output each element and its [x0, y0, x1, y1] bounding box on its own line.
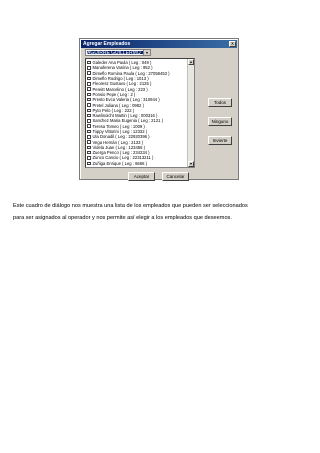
employee-checkbox[interactable]: [87, 156, 91, 160]
employee-checkbox[interactable]: [87, 129, 91, 134]
dialog-title: Agregar Empleados: [83, 41, 131, 47]
employee-checkbox[interactable]: [87, 150, 91, 155]
employee-checkbox[interactable]: [87, 145, 91, 150]
employee-checkbox[interactable]: [87, 82, 91, 86]
dialog-titlebar[interactable]: Agregar Empleados x: [81, 40, 237, 48]
combo-selected-value: AGUIRRE GUILLERMO: [87, 51, 143, 54]
employee-checkbox[interactable]: [87, 60, 91, 65]
employee-checkbox[interactable]: [87, 113, 91, 118]
listbox-scrollbar[interactable]: ▴ ▾: [187, 59, 194, 167]
employee-label: Presto Evca Valeria ( Leg : 310944 ): [92, 97, 160, 103]
aceptar-button[interactable]: Aceptar: [128, 172, 155, 181]
employee-label: Galeder Ana Paula ( Leg : 049 ): [92, 60, 152, 66]
employee-checkbox[interactable]: [87, 76, 91, 81]
employee-checkbox[interactable]: [87, 103, 91, 107]
cancelar-button[interactable]: Cancelar: [162, 172, 189, 181]
employee-list-item[interactable]: Zuñiga Enrique ( Leg : 6666 ): [87, 161, 187, 166]
employee-label: Dimeflo Rodrigo ( Leg : 1013 ): [92, 76, 149, 82]
caption-line-1: Este cuadro de diálogo nos muestra una l…: [13, 203, 248, 209]
employee-label: Zuñiga Enrique ( Leg : 6666 ): [92, 160, 147, 166]
employee-checkbox[interactable]: [87, 124, 91, 128]
employee-listbox[interactable]: Galeder Ana Paula ( Leg : 049 ) Manaferen…: [85, 58, 195, 168]
employee-checkbox[interactable]: [87, 66, 91, 70]
scroll-down-arrow-icon[interactable]: ▾: [188, 161, 194, 167]
employee-label: Zunco Cancio ( Leg : 22313211 ): [92, 155, 154, 161]
employee-label: Vega Hernán ( Leg : 2133 ): [92, 139, 144, 145]
close-button[interactable]: x: [229, 41, 236, 47]
employee-label: Fleoresz Gustavo ( Leg : 2125 ): [92, 81, 152, 87]
employee-label: Pereitt Marcelino ( Leg : 223 ): [92, 86, 148, 92]
caption-line-2: para ser asignados al operador y nos per…: [13, 215, 232, 221]
employee-checkbox[interactable]: [87, 87, 91, 91]
supervisor-combo[interactable]: AGUIRRE GUILLERMO ▾: [85, 49, 151, 56]
employee-checkbox[interactable]: [87, 161, 91, 166]
employee-label: Videla Juan ( Leg : 123456 ): [92, 144, 146, 150]
invierte-button[interactable]: Invierte: [208, 136, 232, 145]
employee-label: Ponsio Pepe ( Leg : 2 ): [92, 91, 136, 97]
employee-checkbox[interactable]: [87, 108, 91, 113]
employee-checkbox[interactable]: [87, 92, 91, 97]
employee-label: Zuerga Penco ( Leg : 234234 ): [92, 150, 150, 156]
employee-checkbox[interactable]: [87, 135, 91, 139]
employee-label: Rawlinoicht Martin ( Leg : 000316 ): [92, 113, 158, 119]
employee-checkbox[interactable]: [87, 97, 91, 102]
employee-checkbox[interactable]: [87, 119, 91, 123]
scroll-up-arrow-icon[interactable]: ▴: [188, 59, 194, 65]
employee-label: Pyto Pelo ( Leg : 222 ): [92, 107, 135, 113]
employee-label: Ula Donadil ( Leg : 22920396 ): [92, 134, 150, 140]
employee-checkbox[interactable]: [87, 71, 91, 75]
employee-label: Sanchez Maria Eugenia ( Leg : 2121 ): [92, 118, 164, 124]
employee-list: Galeder Ana Paula ( Leg : 049 ) Manaferen…: [87, 60, 187, 166]
todos-button[interactable]: Todos: [208, 98, 232, 107]
chevron-down-icon[interactable]: ▾: [143, 50, 150, 55]
employee-checkbox[interactable]: [87, 140, 91, 144]
employee-label: Toppy Vittorini ( Leg : 12332 ): [92, 129, 148, 134]
agregar-empleados-dialog: Agregar Empleados x AGUIRRE GUILLERMO ▾ …: [79, 38, 239, 181]
employee-label: Dimeflo Romina Paula ( Leg : 27058453 ): [92, 70, 170, 76]
caption-text: Este cuadro de diálogo nos muestra una l…: [13, 200, 313, 224]
ninguno-button[interactable]: Ninguno: [208, 117, 232, 126]
employee-label: Teresa Tomeo ( Leg : 1009 ): [92, 123, 145, 129]
employee-label: Manaferena Vanina ( Leg : 952 ): [92, 65, 153, 71]
employee-label: Pretel Juliana ( Leg : 0982 ): [92, 102, 144, 108]
